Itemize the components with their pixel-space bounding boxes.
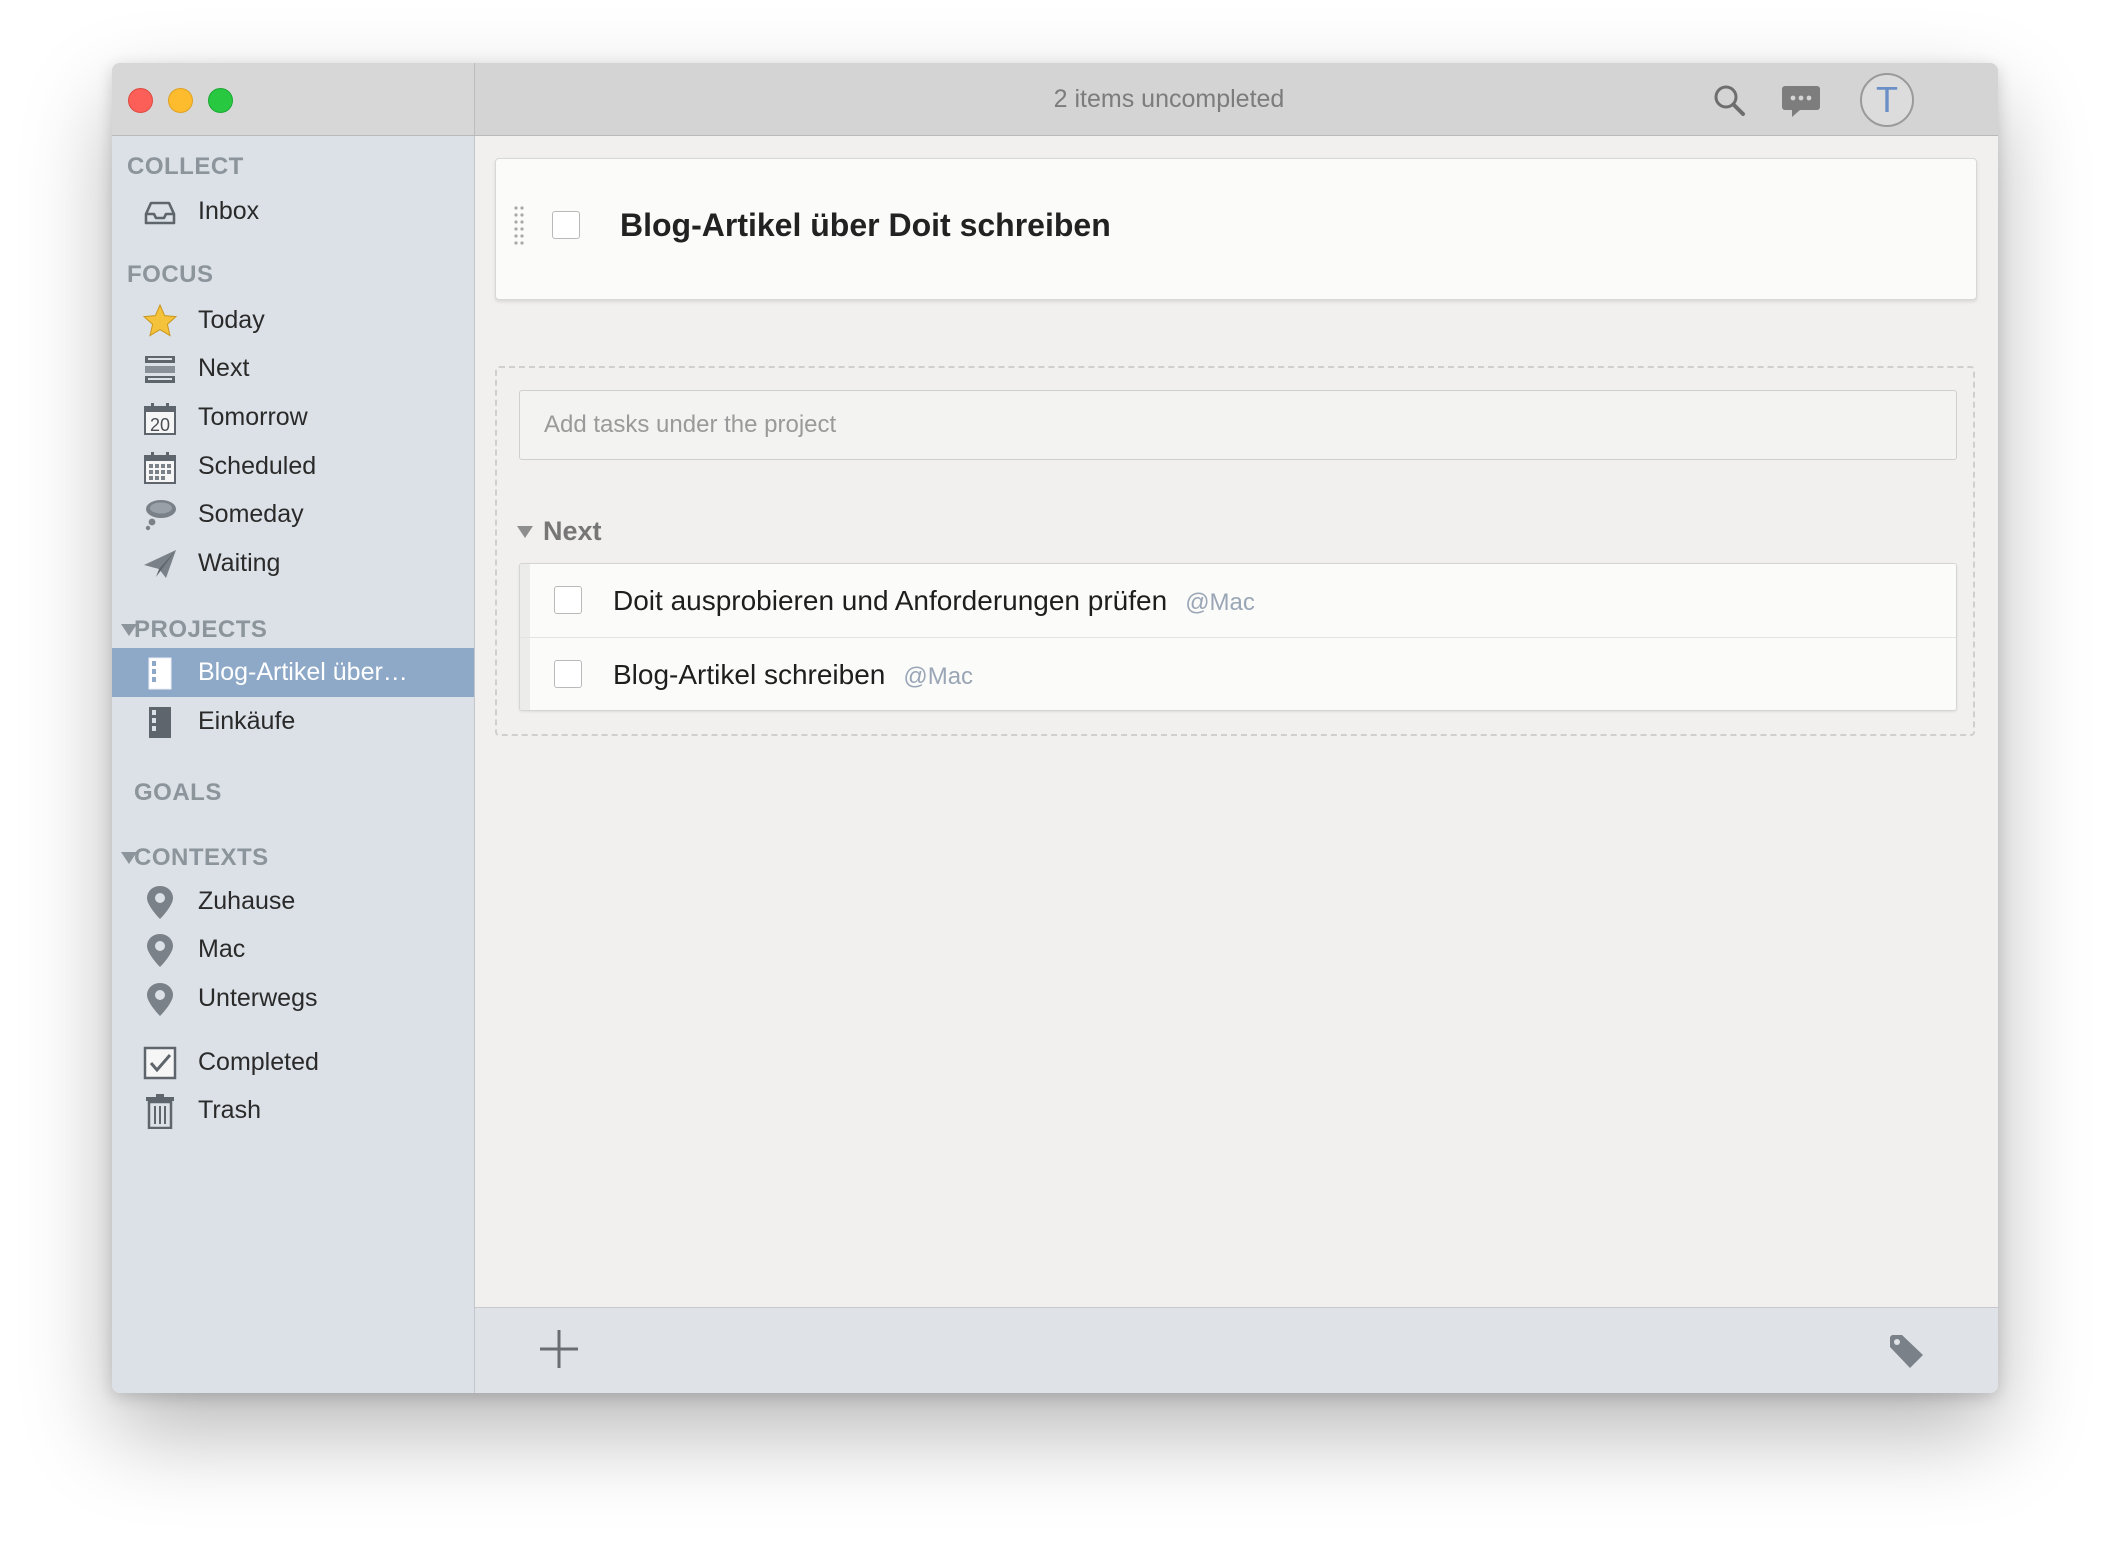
task-checkbox[interactable] — [554, 586, 582, 614]
sidebar-item-label: Zuhause — [198, 887, 296, 915]
sidebar-item-label: Scheduled — [198, 452, 317, 480]
project-icon — [148, 657, 172, 690]
collapse-triangle-icon[interactable] — [121, 852, 137, 864]
checkbox-checked-icon — [143, 1046, 177, 1080]
task-title[interactable]: Blog-Artikel schreiben — [613, 659, 885, 690]
sidebar-item-label: Completed — [198, 1048, 319, 1076]
task-title[interactable]: Doit ausprobieren und Anforderungen prüf… — [613, 585, 1167, 616]
svg-text:20: 20 — [150, 415, 170, 435]
project-complete-checkbox[interactable] — [552, 211, 580, 239]
collect-header: COLLECT — [127, 153, 244, 180]
task-row[interactable]: Doit ausprobieren und Anforderungen prüf… — [520, 564, 1956, 638]
tag-icon[interactable] — [1887, 1332, 1927, 1372]
sidebar-item-someday[interactable]: Someday — [112, 490, 474, 539]
sidebar-item-project-einkaeufe[interactable]: Einkäufe — [112, 697, 474, 746]
sidebar-item-next[interactable]: Next — [112, 344, 474, 393]
add-icon[interactable] — [537, 1327, 581, 1371]
minimize-window-button[interactable] — [168, 88, 193, 113]
list-stack-icon — [145, 356, 175, 383]
window-title: 2 items uncompleted — [1053, 85, 1285, 113]
task-context-tag[interactable]: @Mac — [903, 663, 973, 690]
bottom-toolbar — [475, 1307, 1998, 1393]
inbox-icon — [144, 201, 176, 225]
sidebar-item-label: Mac — [198, 935, 246, 963]
collapse-triangle-icon[interactable] — [121, 624, 137, 636]
sidebar-item-trash[interactable]: Trash — [112, 1086, 474, 1135]
sidebar-item-today[interactable]: Today — [112, 296, 474, 345]
sidebar-item-label: Einkäufe — [198, 707, 296, 735]
sidebar-item-context-unterwegs[interactable]: Unterwegs — [112, 974, 474, 1023]
sidebar-item-label: Blog-Artikel über… — [198, 658, 408, 686]
task-checkbox[interactable] — [554, 660, 582, 688]
title-bar: 2 items uncompleted T — [112, 63, 1998, 136]
user-avatar[interactable]: T — [1860, 73, 1914, 127]
project-header-card: Blog-Artikel über Doit schreiben — [495, 158, 1977, 300]
sidebar-item-label: Waiting — [198, 549, 281, 577]
sidebar-item-label: Today — [198, 306, 265, 334]
project-title[interactable]: Blog-Artikel über Doit schreiben — [620, 207, 1111, 244]
location-pin-icon — [147, 983, 173, 1016]
sidebar-item-inbox[interactable]: Inbox — [112, 187, 474, 236]
drag-handle-icon[interactable] — [514, 205, 524, 249]
trash-icon — [146, 1094, 174, 1129]
task-list: Doit ausprobieren und Anforderungen prüf… — [519, 563, 1957, 711]
goals-header[interactable]: GOALS — [134, 779, 222, 807]
task-row[interactable]: Blog-Artikel schreiben @Mac — [520, 638, 1956, 710]
thought-bubble-icon — [145, 500, 176, 531]
sidebar-item-completed[interactable]: Completed — [112, 1038, 474, 1087]
sidebar-item-label: Next — [198, 354, 250, 382]
sidebar-item-label: Trash — [198, 1096, 261, 1124]
search-icon[interactable] — [1712, 83, 1746, 117]
project-tasks-area: Next Doit ausprobieren und Anforderungen… — [495, 366, 1975, 736]
location-pin-icon — [147, 886, 173, 919]
section-next-header[interactable]: Next — [517, 516, 602, 547]
location-pin-icon — [147, 934, 173, 967]
main-content: Blog-Artikel über Doit schreiben Next Do… — [475, 136, 1998, 1393]
focus-header: FOCUS — [127, 261, 214, 288]
star-icon — [142, 303, 178, 337]
sidebar-item-label: Someday — [198, 500, 304, 528]
calendar-day-icon: 20 — [144, 403, 176, 435]
contexts-header[interactable]: CONTEXTS — [121, 844, 269, 872]
zoom-window-button[interactable] — [208, 88, 233, 113]
calendar-grid-icon — [144, 452, 176, 484]
project-icon — [149, 707, 171, 738]
title-bar-sidebar-section — [112, 63, 475, 135]
task-context-tag[interactable]: @Mac — [1185, 589, 1255, 616]
paper-plane-icon — [144, 550, 176, 578]
sidebar-item-label: Inbox — [198, 197, 260, 225]
sidebar-item-waiting[interactable]: Waiting — [112, 539, 474, 588]
sidebar: COLLECT Inbox FOCUS Today Next 20 Tomorr… — [112, 136, 475, 1393]
collapse-triangle-icon[interactable] — [517, 526, 533, 538]
projects-header[interactable]: PROJECTS — [121, 616, 267, 644]
sidebar-item-context-mac[interactable]: Mac — [112, 925, 474, 974]
close-window-button[interactable] — [128, 88, 153, 113]
sidebar-item-label: Unterwegs — [198, 984, 318, 1012]
sidebar-item-project-blog[interactable]: Blog-Artikel über… — [112, 648, 474, 697]
sidebar-item-context-zuhause[interactable]: Zuhause — [112, 877, 474, 926]
sidebar-item-tomorrow[interactable]: 20 Tomorrow — [112, 393, 474, 442]
sidebar-item-label: Tomorrow — [198, 403, 308, 431]
add-task-input[interactable] — [519, 390, 1957, 460]
app-window: 2 items uncompleted T COLLECT Inbox FOCU… — [112, 63, 1998, 1393]
sidebar-item-scheduled[interactable]: Scheduled — [112, 442, 474, 491]
comments-icon[interactable] — [1780, 83, 1822, 119]
